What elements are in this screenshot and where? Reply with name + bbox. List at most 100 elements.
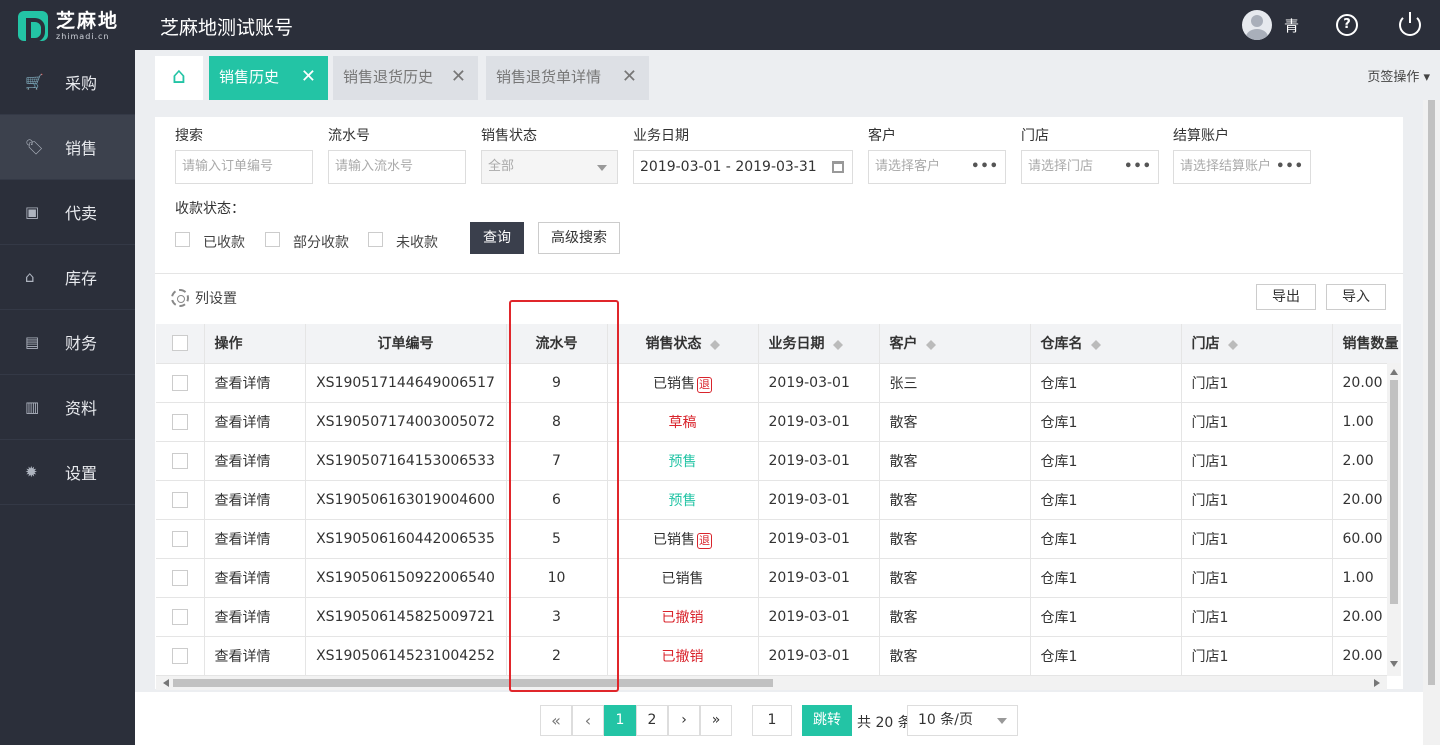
table-row[interactable]: 查看详情 XS190507164153006533 7 预售 2019-03-01 散客仓… — [156, 441, 1401, 481]
row-checkbox[interactable] — [171, 647, 188, 664]
view-detail-link[interactable]: 查看详情 — [204, 402, 306, 442]
last-page-button[interactable]: » — [700, 705, 732, 736]
status-label: 销售状态 — [481, 128, 537, 144]
header-customer[interactable]: 客户 — [879, 324, 1031, 364]
sidebar-item-consignment[interactable]: ▣ 代卖 — [0, 180, 135, 245]
page-1-button[interactable]: 1 — [604, 705, 636, 736]
view-detail-link[interactable]: 查看详情 — [204, 558, 306, 598]
order-no-cell: XS190506163019004600 — [305, 480, 507, 520]
user-menu[interactable]: 青 — [1242, 10, 1299, 40]
order-no-cell: XS190506150922006540 — [305, 558, 507, 598]
sort-icon[interactable] — [925, 338, 936, 351]
table-row[interactable]: 查看详情 XS190506145231004252 2 已撤销 2019-03-01 散客… — [156, 636, 1401, 676]
view-detail-link[interactable]: 查看详情 — [204, 363, 306, 403]
header-date[interactable]: 业务日期 — [758, 324, 880, 364]
customer-picker[interactable]: 请选择客户 ••• — [868, 150, 1006, 184]
sort-icon[interactable] — [832, 338, 843, 351]
paid-checkbox[interactable] — [175, 232, 190, 247]
paid-label: 已收款 — [203, 235, 245, 251]
scroll-thumb[interactable] — [1428, 100, 1435, 685]
row-select-cell — [156, 558, 205, 598]
help-icon[interactable]: ? — [1336, 14, 1358, 36]
view-detail-link[interactable]: 查看详情 — [204, 636, 306, 676]
next-page-button[interactable]: › — [668, 705, 700, 736]
sort-icon[interactable] — [709, 338, 720, 351]
sidebar-item-settings[interactable]: ✹ 设置 — [0, 440, 135, 505]
header-warehouse[interactable]: 仓库名 — [1030, 324, 1182, 364]
import-button[interactable]: 导入 — [1326, 284, 1386, 310]
sidebar-item-label: 采购 — [65, 74, 98, 93]
row-checkbox[interactable] — [171, 491, 188, 508]
sort-icon[interactable] — [1090, 338, 1101, 351]
row-checkbox[interactable] — [171, 374, 188, 391]
partial-paid-checkbox[interactable] — [265, 232, 280, 247]
tab-sales-history[interactable]: 销售历史 ✕ — [209, 56, 328, 100]
export-button[interactable]: 导出 — [1256, 284, 1316, 310]
view-detail-link[interactable]: 查看详情 — [204, 519, 306, 559]
close-icon[interactable]: ✕ — [451, 56, 466, 98]
row-checkbox[interactable] — [171, 608, 188, 625]
view-detail-link[interactable]: 查看详情 — [204, 480, 306, 520]
sidebar-item-sales[interactable]: 🏷 销售 — [0, 115, 135, 180]
jump-page-input[interactable]: 1 — [752, 705, 792, 736]
scroll-up-icon[interactable] — [1390, 365, 1398, 375]
select-all-checkbox[interactable] — [171, 335, 188, 352]
home-icon[interactable]: ⌂ — [155, 56, 203, 100]
row-checkbox[interactable] — [171, 452, 188, 469]
view-detail-link[interactable]: 查看详情 — [204, 441, 306, 481]
header-store[interactable]: 门店 — [1181, 324, 1333, 364]
scroll-right-icon[interactable] — [1374, 679, 1384, 687]
logo[interactable]: 芝麻地 zhimadi.cn — [18, 11, 119, 42]
view-detail-link[interactable]: 查看详情 — [204, 597, 306, 637]
more-icon[interactable]: ••• — [1276, 151, 1304, 183]
table-row[interactable]: 查看详情 XS190507174003005072 8 草稿 2019-03-01 散客仓… — [156, 402, 1401, 442]
table-vertical-scrollbar[interactable] — [1387, 363, 1401, 676]
store-picker[interactable]: 请选择门店 ••• — [1021, 150, 1159, 184]
close-icon[interactable]: ✕ — [301, 56, 316, 98]
sidebar-item-purchase[interactable]: 🛒 采购 — [0, 50, 135, 115]
first-page-button[interactable]: « — [540, 705, 572, 736]
jump-button[interactable]: 跳转 — [802, 705, 852, 736]
prev-page-button[interactable]: ‹ — [572, 705, 604, 736]
table-horizontal-scrollbar[interactable] — [156, 676, 1387, 690]
scroll-thumb[interactable] — [1390, 380, 1398, 604]
advanced-search-button[interactable]: 高级搜索 — [538, 222, 620, 254]
page-size-select[interactable]: 10 条/页 — [907, 705, 1018, 736]
sidebar-item-data[interactable]: ▥ 资料 — [0, 375, 135, 440]
column-settings-button[interactable]: 列设置 — [171, 288, 237, 308]
sort-icon[interactable] — [1227, 338, 1238, 351]
tab-sales-return-history[interactable]: 销售退货历史 ✕ — [333, 56, 478, 100]
serial-input[interactable]: 请输入流水号 — [328, 150, 466, 184]
more-icon[interactable]: ••• — [971, 151, 999, 183]
page-scrollbar[interactable] — [1423, 100, 1440, 745]
more-icon[interactable]: ••• — [1124, 151, 1152, 183]
table-row[interactable]: 查看详情 XS190506163019004600 6 预售 2019-03-01 散客仓… — [156, 480, 1401, 520]
close-icon[interactable]: ✕ — [622, 56, 637, 98]
row-checkbox[interactable] — [171, 569, 188, 586]
status-cell: 已销售退 — [607, 363, 759, 403]
sidebar-item-inventory[interactable]: ⌂ 库存 — [0, 245, 135, 310]
search-input[interactable]: 请输入订单编号 — [175, 150, 313, 184]
date-range-input[interactable]: 2019-03-01 - 2019-03-31 — [633, 150, 853, 184]
table-row[interactable]: 查看详情 XS190506160442006535 5 已销售退 2019-03-01 散… — [156, 519, 1401, 559]
scroll-down-icon[interactable] — [1390, 661, 1398, 671]
query-button[interactable]: 查询 — [470, 222, 524, 254]
header-status[interactable]: 销售状态 — [607, 324, 759, 364]
table-row[interactable]: 查看详情 XS190517144649006517 9 已销售退 2019-03-01 张… — [156, 363, 1401, 403]
status-select[interactable]: 全部 — [481, 150, 618, 184]
row-checkbox[interactable] — [171, 530, 188, 547]
scroll-left-icon[interactable] — [159, 679, 169, 687]
sidebar-item-finance[interactable]: ▤ 财务 — [0, 310, 135, 375]
page-2-button[interactable]: 2 — [636, 705, 668, 736]
status-select-value: 全部 — [488, 159, 515, 174]
table-row[interactable]: 查看详情 XS190506145825009721 3 已撤销 2019-03-01 散客… — [156, 597, 1401, 637]
power-icon[interactable] — [1399, 12, 1421, 36]
tab-operations-menu[interactable]: 页签操作 ▾ — [1367, 66, 1430, 85]
account-picker[interactable]: 请选择结算账户 ••• — [1173, 150, 1311, 184]
unpaid-checkbox[interactable] — [368, 232, 383, 247]
status-text: 预售 — [668, 453, 697, 470]
scroll-thumb[interactable] — [173, 679, 773, 687]
tab-sales-return-detail[interactable]: 销售退货单详情 ✕ — [486, 56, 649, 100]
table-row[interactable]: 查看详情 XS190506150922006540 10 已销售 2019-03-01 散… — [156, 558, 1401, 598]
row-checkbox[interactable] — [171, 413, 188, 430]
